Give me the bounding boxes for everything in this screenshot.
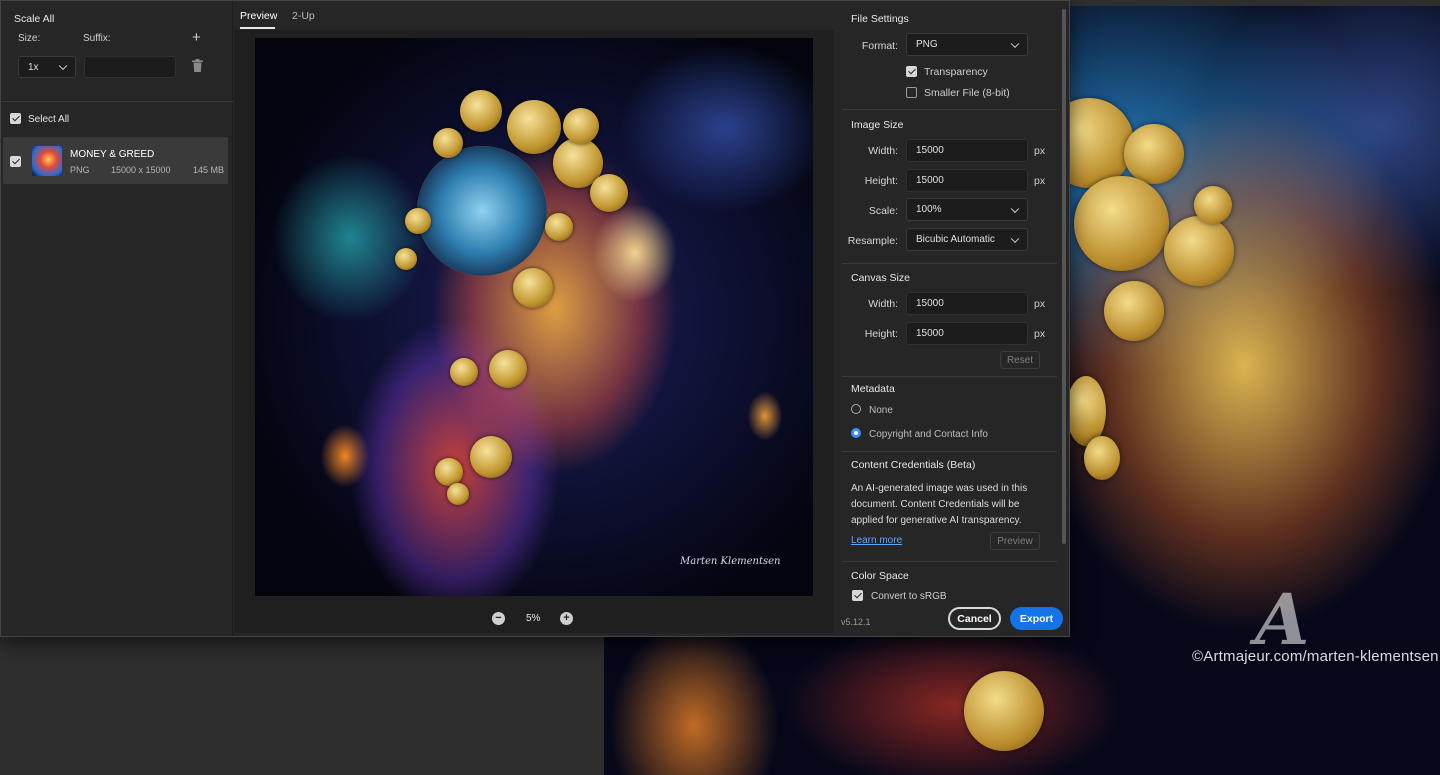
- metadata-title: Metadata: [851, 383, 895, 395]
- resample-label: Resample:: [847, 235, 898, 247]
- scale-all-title: Scale All: [14, 13, 55, 25]
- assets-panel: Scale All Size: Suffix: + 1x Select All …: [1, 1, 233, 636]
- image-height-label: Height:: [864, 175, 898, 187]
- metadata-none-label: None: [869, 405, 893, 416]
- suffix-label: Suffix:: [83, 33, 111, 44]
- asset-thumbnail: [32, 146, 62, 176]
- asset-name: MONEY & GREED: [70, 149, 155, 160]
- credentials-preview-button[interactable]: Preview: [990, 532, 1040, 550]
- asset-checkbox[interactable]: [10, 156, 21, 167]
- image-height-input[interactable]: 15000: [906, 169, 1028, 192]
- image-width-unit: px: [1034, 145, 1046, 157]
- color-space-title: Color Space: [851, 570, 909, 582]
- smaller-file-checkbox[interactable]: [906, 87, 917, 98]
- size-select-value: 1x: [28, 61, 39, 73]
- convert-srgb-checkbox[interactable]: [852, 590, 863, 601]
- divider: [1, 101, 233, 102]
- file-settings-title: File Settings: [851, 13, 909, 25]
- chevron-down-icon: [1010, 204, 1020, 213]
- watermark-text: ©Artmajeur.com/marten-klementsen: [1192, 648, 1439, 665]
- canvas-height-input[interactable]: 15000: [906, 322, 1028, 345]
- size-select[interactable]: 1x: [18, 56, 76, 78]
- metadata-none-radio[interactable]: [851, 404, 861, 414]
- cancel-button[interactable]: Cancel: [948, 607, 1001, 630]
- zoom-in-icon[interactable]: +: [560, 612, 573, 625]
- resample-select[interactable]: Bicubic Automatic: [906, 228, 1028, 251]
- active-tab-indicator: [240, 27, 275, 29]
- divider: [842, 451, 1057, 452]
- preview-area: Preview 2-Up Marten Klementsen − 5% +: [234, 1, 837, 636]
- size-label: Size:: [18, 33, 41, 44]
- select-all-checkbox[interactable]: [10, 113, 21, 124]
- image-width-label: Width:: [868, 145, 898, 157]
- settings-scrollbar[interactable]: [1062, 9, 1066, 544]
- canvas-width-unit: px: [1034, 298, 1046, 310]
- zoom-out-icon[interactable]: −: [492, 612, 505, 625]
- convert-srgb-label: Convert to sRGB: [871, 591, 947, 602]
- tab-2-up[interactable]: 2-Up: [292, 10, 315, 22]
- transparency-checkbox[interactable]: [906, 66, 917, 77]
- export-as-dialog: Scale All Size: Suffix: + 1x Select All …: [0, 0, 1070, 637]
- chevron-down-icon: [1010, 234, 1020, 243]
- select-all-label: Select All: [28, 114, 70, 125]
- trash-icon[interactable]: [192, 59, 203, 72]
- zoom-level: 5%: [526, 613, 541, 624]
- canvas-width-label: Width:: [868, 298, 898, 310]
- canvas-height-unit: px: [1034, 328, 1046, 340]
- image-height-unit: px: [1034, 175, 1046, 187]
- settings-panel: File Settings Format: PNG Transparency S…: [838, 1, 1069, 636]
- content-credentials-description: An AI-generated image was used in this d…: [851, 483, 1028, 526]
- metadata-copyright-label: Copyright and Contact Info: [869, 429, 988, 440]
- format-label: Format:: [861, 40, 898, 52]
- resample-select-value: Bicubic Automatic: [916, 234, 995, 245]
- format-select[interactable]: PNG: [906, 33, 1028, 56]
- tab-preview[interactable]: Preview: [240, 10, 277, 22]
- content-credentials-title: Content Credentials (Beta): [851, 459, 976, 471]
- canvas-height-label: Height:: [864, 328, 898, 340]
- preview-image: Marten Klementsen: [255, 38, 813, 596]
- export-button[interactable]: Export: [1010, 607, 1063, 630]
- image-width-input[interactable]: 15000: [906, 139, 1028, 162]
- metadata-copyright-radio[interactable]: [851, 428, 861, 438]
- scale-select-value: 100%: [916, 204, 942, 215]
- suffix-input[interactable]: [84, 56, 176, 78]
- scale-label: Scale:: [868, 205, 898, 217]
- chevron-down-icon: [58, 61, 68, 71]
- asset-format: PNG: [70, 165, 90, 175]
- divider: [842, 376, 1057, 377]
- artist-signature: Marten Klementsen: [680, 556, 781, 567]
- divider: [842, 109, 1057, 110]
- divider: [842, 561, 1057, 562]
- format-select-value: PNG: [916, 39, 938, 50]
- add-scale-icon[interactable]: +: [192, 29, 201, 46]
- preview-canvas[interactable]: Marten Klementsen − 5% +: [234, 30, 834, 633]
- asset-row[interactable]: MONEY & GREED PNG 15000 x 15000 145 MB: [3, 137, 228, 184]
- transparency-label: Transparency: [924, 66, 988, 78]
- learn-more-link[interactable]: Learn more: [851, 535, 902, 546]
- canvas-size-title: Canvas Size: [851, 272, 910, 284]
- asset-file-size: 145 MB: [193, 165, 225, 175]
- image-size-title: Image Size: [851, 119, 904, 131]
- scale-select[interactable]: 100%: [906, 198, 1028, 221]
- canvas-width-input[interactable]: 15000: [906, 292, 1028, 315]
- smaller-file-label: Smaller File (8-bit): [924, 87, 1010, 99]
- divider: [842, 263, 1057, 264]
- asset-dimensions: 15000 x 15000: [111, 165, 171, 175]
- chevron-down-icon: [1010, 39, 1020, 48]
- version-label: v5.12.1: [841, 617, 871, 627]
- reset-button[interactable]: Reset: [1000, 351, 1040, 369]
